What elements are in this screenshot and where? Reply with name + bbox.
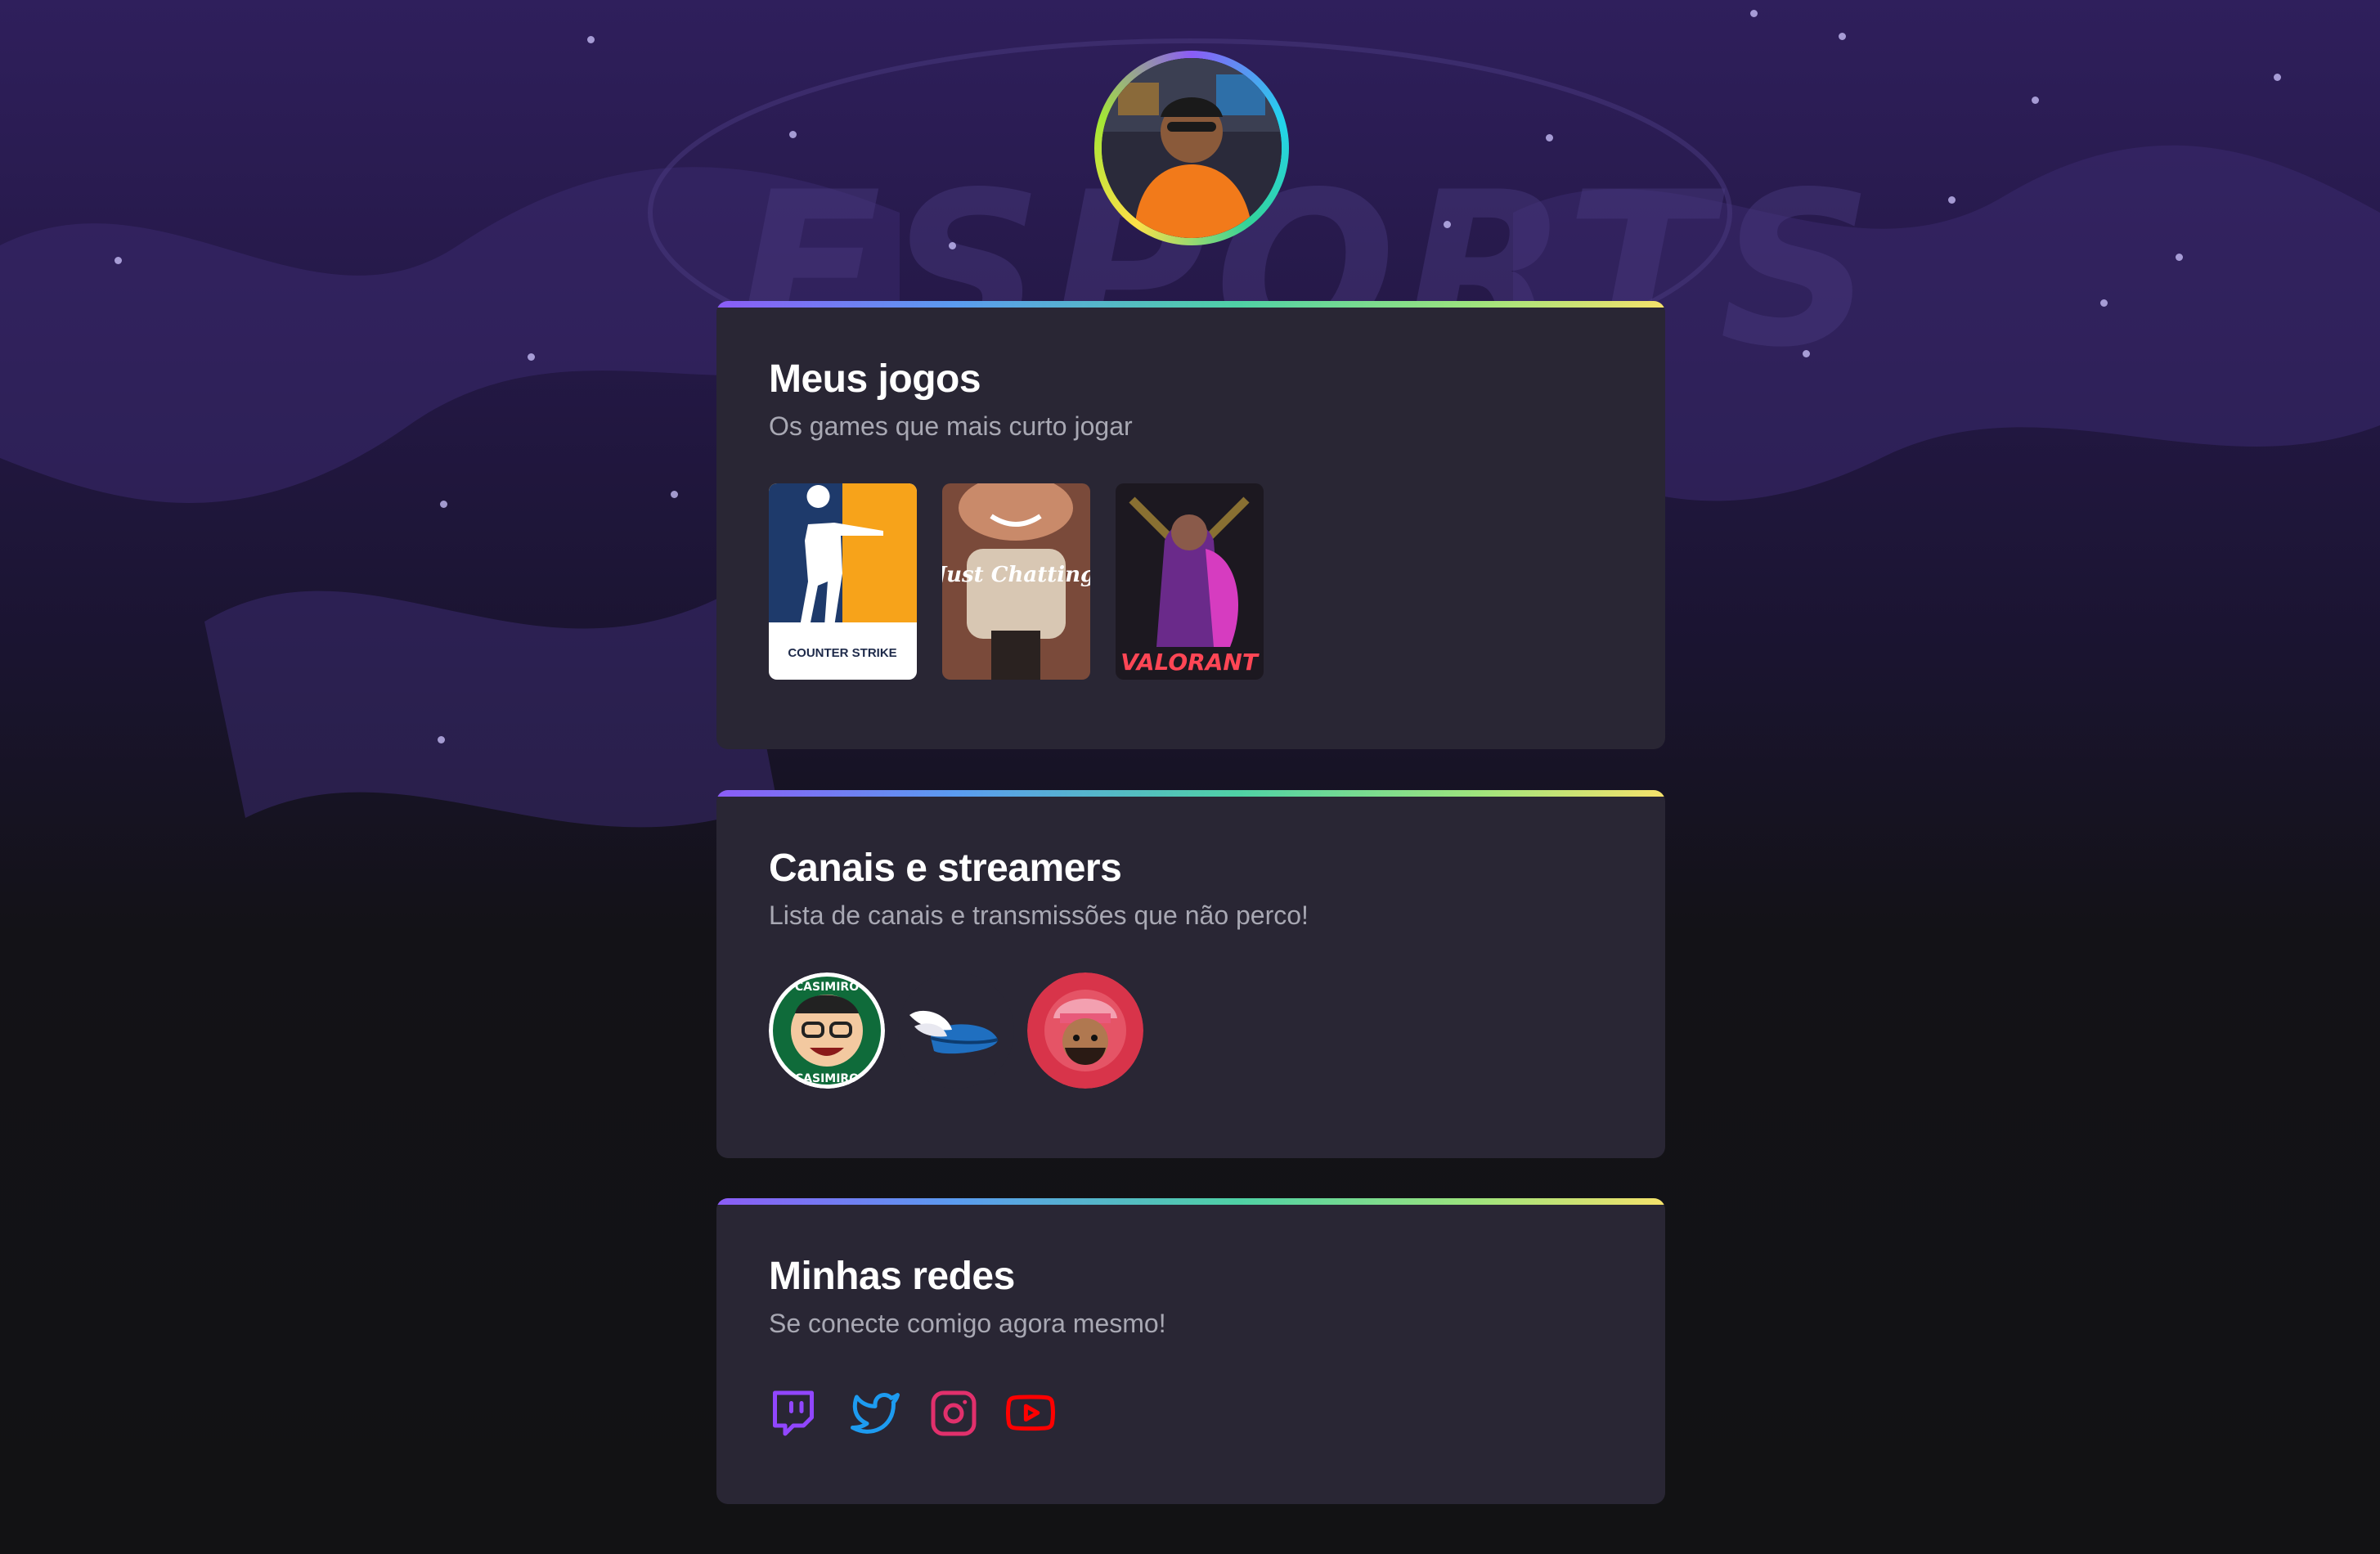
game-label-val: VALORANT [1120, 649, 1260, 676]
socials-subtitle: Se conecte comigo agora mesmo! [769, 1309, 1166, 1338]
profile-avatar [1094, 51, 1289, 245]
channel-streamer-red[interactable] [1027, 972, 1143, 1089]
channels-title: Canais e streamers [769, 847, 1122, 890]
gradient-accent-bar [716, 790, 1665, 797]
game-just-chatting[interactable]: Just Chatting [942, 483, 1090, 680]
games-title: Meus jogos [769, 357, 981, 401]
game-label-cs: COUNTER STRIKE [788, 646, 896, 660]
channels-subtitle: Lista de canais e transmissões que não p… [769, 901, 1309, 930]
game-valorant[interactable]: VALORANT [1116, 483, 1264, 680]
twitch-icon[interactable] [769, 1389, 818, 1438]
channels-card: Canais e streamers Lista de canais e tra… [716, 790, 1665, 1158]
socials-card: Minhas redes Se conecte comigo agora mes… [716, 1198, 1665, 1504]
gradient-accent-bar [716, 301, 1665, 308]
channel-winged-shoe[interactable] [898, 972, 1014, 1089]
gradient-accent-bar [716, 1198, 1665, 1205]
twitter-icon[interactable] [851, 1389, 900, 1438]
instagram-icon[interactable] [929, 1389, 978, 1438]
socials-title: Minhas redes [769, 1255, 1015, 1298]
game-label-jc: Just Chatting [942, 563, 1090, 587]
game-counter-strike[interactable]: COUNTER STRIKE [769, 483, 917, 680]
games-subtitle: Os games que mais curto jogar [769, 411, 1133, 441]
channel-label-top: CASIMIRO [795, 981, 859, 994]
games-card: Meus jogos Os games que mais curto jogar… [716, 301, 1665, 749]
channel-casimiro[interactable]: CASIMIRO CASIMIRO [769, 972, 885, 1089]
user-avatar-photo [1102, 58, 1282, 238]
youtube-icon[interactable] [1006, 1389, 1055, 1438]
channel-label-bottom: CASIMIRO [795, 1072, 859, 1085]
